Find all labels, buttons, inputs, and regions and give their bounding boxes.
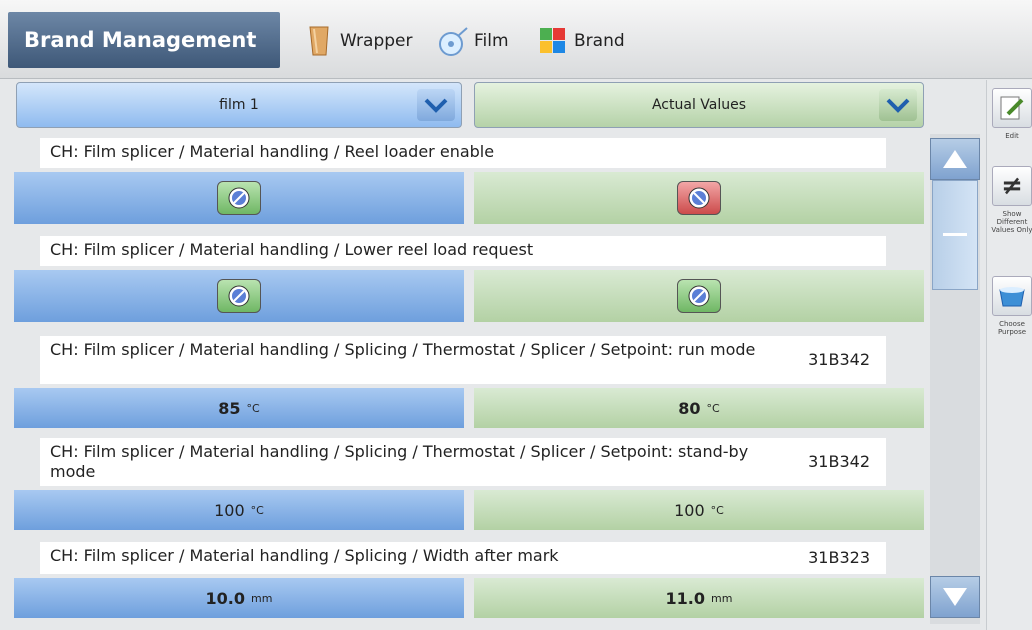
setpoint-cell[interactable] (14, 270, 464, 322)
setpoint-value: 85 (218, 398, 241, 418)
brand-icon (540, 28, 565, 53)
wrapper-icon (309, 26, 329, 56)
choose-purpose-button[interactable]: Choose Purpose (991, 276, 1032, 336)
unit: °C (710, 503, 724, 517)
tab-wrapper-label: Wrapper (340, 31, 413, 51)
actual-cell: 80 °C (474, 388, 924, 428)
parameter-text: CH: Film splicer / Material handling / S… (50, 442, 749, 481)
actual-value: 11.0 (665, 588, 706, 608)
tab-brand-label: Brand (574, 31, 625, 51)
tab-wrapper[interactable]: Wrapper (304, 22, 412, 60)
vertical-scrollbar[interactable] (930, 134, 980, 624)
parameter-code: 31B323 (808, 548, 870, 567)
setpoint-cell[interactable]: 10.0 mm (14, 578, 464, 618)
compare-selector-value: Actual Values (651, 97, 747, 113)
parameter-label: CH: Film splicer / Material handling / L… (40, 236, 886, 266)
edit-button[interactable]: Edit (991, 88, 1032, 140)
scroll-up-button[interactable] (930, 138, 980, 180)
scroll-thumb[interactable] (932, 180, 978, 290)
actual-value: 80 (678, 398, 701, 418)
parameter-label: CH: Film splicer / Material handling / S… (40, 438, 886, 486)
top-bar: Brand Management Wrapper Film Brand (0, 0, 1032, 79)
parameter-code: 31B342 (808, 452, 870, 471)
setpoint-value: 100 (214, 500, 245, 520)
app-title: Brand Management (8, 12, 280, 68)
choose-purpose-icon (992, 276, 1032, 316)
film-icon (439, 27, 468, 56)
choose-purpose-label: Choose Purpose (997, 320, 1027, 336)
actual-cell: 100 °C (474, 490, 924, 530)
scroll-down-button[interactable] (930, 576, 980, 618)
unit: °C (250, 503, 264, 517)
parameter-label: CH: Film splicer / Material handling / R… (40, 138, 886, 168)
show-different-values-button[interactable]: ≠ Show Different Values Only (991, 166, 1032, 234)
edit-icon (992, 88, 1032, 128)
actual-cell (474, 172, 924, 224)
film-selector-value: film 1 (219, 97, 259, 113)
tab-film[interactable]: Film (438, 22, 509, 60)
edit-button-label: Edit (1005, 132, 1019, 140)
unit: °C (246, 401, 260, 415)
reel-loader-enable-icon (217, 181, 261, 215)
lower-reel-load-icon (217, 279, 261, 313)
parameter-label: CH: Film splicer / Material handling / S… (40, 542, 886, 574)
not-equal-icon: ≠ (992, 166, 1032, 206)
tab-brand[interactable]: Brand (538, 22, 625, 60)
chevron-down-icon (424, 98, 448, 113)
film-selector-dropdown-button[interactable] (417, 89, 455, 121)
parameter-text: CH: Film splicer / Material handling / R… (50, 142, 495, 161)
reel-loader-disabled-icon (677, 181, 721, 215)
setpoint-value: 10.0 (205, 588, 246, 608)
show-different-values-label: Show Different Values Only (991, 210, 1032, 234)
unit: mm (251, 591, 273, 605)
lower-reel-load-icon (677, 279, 721, 313)
parameter-label: CH: Film splicer / Material handling / S… (40, 336, 886, 384)
setpoint-cell[interactable] (14, 172, 464, 224)
actual-value: 100 (674, 500, 705, 520)
right-action-panel: Edit ≠ Show Different Values Only Choose… (986, 80, 1032, 630)
tab-film-label: Film (474, 31, 509, 51)
parameter-text: CH: Film splicer / Material handling / L… (50, 240, 534, 259)
actual-cell (474, 270, 924, 322)
parameter-text: CH: Film splicer / Material handling / S… (50, 340, 756, 359)
parameter-text: CH: Film splicer / Material handling / S… (50, 546, 559, 565)
chevron-down-icon (886, 98, 910, 113)
film-selector[interactable]: film 1 (16, 82, 462, 128)
compare-selector[interactable]: Actual Values (474, 82, 924, 128)
unit: °C (706, 401, 720, 415)
compare-selector-dropdown-button[interactable] (879, 89, 917, 121)
parameter-code: 31B342 (808, 350, 870, 369)
setpoint-cell[interactable]: 100 °C (14, 490, 464, 530)
unit: mm (711, 591, 733, 605)
arrow-up-icon (943, 150, 967, 168)
actual-cell: 11.0 mm (474, 578, 924, 618)
arrow-down-icon (943, 588, 967, 606)
setpoint-cell[interactable]: 85 °C (14, 388, 464, 428)
